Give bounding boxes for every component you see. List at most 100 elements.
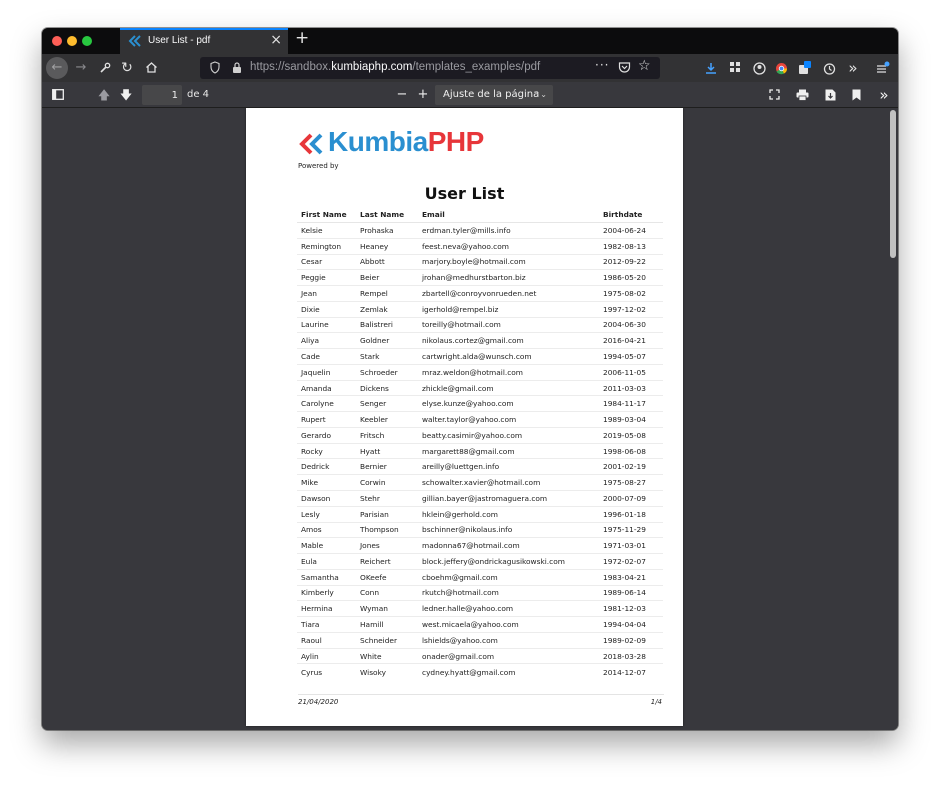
table-cell: White — [356, 647, 418, 664]
table-cell: 1994-04-04 — [599, 616, 663, 633]
table-cell: block.jeffery@ondrickagusikowski.com — [418, 553, 599, 570]
table-cell: elyse.kunze@yahoo.com — [418, 395, 599, 412]
table-cell: 1994-05-07 — [599, 348, 663, 365]
prev-page-icon[interactable]: 🡅 — [96, 85, 112, 105]
table-cell: Amanda — [297, 379, 356, 396]
table-row: Dixie Zemlak igerhold@rempel.biz 1997-12-02 — [297, 300, 663, 318]
star-icon[interactable]: ☆ — [638, 58, 651, 74]
url-bar[interactable]: https://sandbox.kumbiaphp.com/templates_… — [200, 57, 660, 79]
page-count: de 4 — [187, 89, 210, 100]
tab-user-list[interactable]: User List - pdf × — [120, 28, 288, 54]
bookmark-icon[interactable] — [848, 85, 864, 105]
table-cell: 1996-01-18 — [599, 505, 663, 523]
pdf-viewer[interactable]: KumbiaPHP Powered by User List First Nam… — [42, 108, 898, 730]
table-cell: ledner.halle@yahoo.com — [418, 600, 599, 617]
tab-close-icon[interactable]: × — [270, 32, 282, 48]
minimize-window-button[interactable] — [67, 36, 77, 46]
overflow-icon[interactable]: » — [844, 59, 862, 77]
table-cell: Carolyne — [297, 395, 356, 412]
logo-php: PHP — [427, 126, 485, 157]
table-cell: 1989-06-14 — [599, 584, 663, 601]
table-cell: Schroeder — [356, 363, 418, 381]
table-row: Jaquelin Schroeder mraz.weldon@hotmail.com… — [297, 363, 663, 381]
zoom-in-button[interactable]: + — [415, 85, 431, 105]
table-cell: 2016-04-21 — [599, 332, 663, 349]
table-cell: 1971-03-01 — [599, 537, 663, 554]
table-cell: Hamill — [356, 616, 418, 633]
menu-icon[interactable] — [874, 59, 892, 77]
table-row: Tiara Hamill west.micaela@yahoo.com 1994-04… — [297, 616, 663, 633]
back-icon[interactable]: ← — [46, 57, 68, 79]
table-cell: hklein@gerhold.com — [418, 505, 599, 523]
table-cell: 1975-08-02 — [599, 285, 663, 302]
table-row: Aliya Goldner nikolaus.cortez@gmail.com 201… — [297, 332, 663, 349]
next-page-icon[interactable]: 🡇 — [118, 85, 134, 105]
zoom-select[interactable]: Ajuste de la página ⌃⌄ — [435, 85, 553, 105]
zoom-window-button[interactable] — [82, 36, 92, 46]
shield-icon[interactable] — [210, 61, 220, 74]
table-cell: zhickle@gmail.com — [418, 379, 599, 396]
forward-icon[interactable]: → — [72, 58, 90, 78]
column-header: Birthdate — [599, 207, 663, 223]
reload-icon[interactable]: ↻ — [118, 58, 136, 78]
presentation-icon[interactable] — [766, 85, 782, 105]
table-cell: 1989-02-09 — [599, 631, 663, 649]
user-table: First Name Last Name Email Birthdate Kel… — [297, 207, 663, 680]
save-icon[interactable] — [822, 85, 838, 105]
pocket-icon[interactable] — [618, 61, 631, 74]
nav-bar: ← → ↻ https://sandbox.kumbiaphp.com/temp… — [42, 54, 898, 82]
table-cell: mraz.weldon@hotmail.com — [418, 363, 599, 381]
tab-bar: User List - pdf × + — [42, 28, 898, 54]
table-cell: toreilly@hotmail.com — [418, 316, 599, 333]
table-cell: zbartell@conroyvonrueden.net — [418, 285, 599, 302]
table-row: Jean Rempel zbartell@conroyvonrueden.net 19… — [297, 285, 663, 302]
table-cell: Rupert — [297, 411, 356, 428]
table-cell: Mable — [297, 537, 356, 554]
table-cell: Abbott — [356, 253, 418, 270]
table-cell: Beier — [356, 269, 418, 286]
table-cell: Eula — [297, 553, 356, 570]
home-icon[interactable] — [142, 58, 160, 78]
table-cell: 2000-07-09 — [599, 490, 663, 507]
extensions-icon[interactable] — [726, 59, 744, 77]
download-icon[interactable] — [702, 59, 720, 77]
table-cell: 1984-11-17 — [599, 395, 663, 412]
table-cell: 1983-04-21 — [599, 568, 663, 586]
table-cell: Cyrus — [297, 663, 356, 680]
table-row: Dedrick Bernier areilly@luettgen.info 2001-… — [297, 458, 663, 475]
account-icon[interactable] — [750, 59, 768, 77]
pdf-toolbar: 🡅 🡇 de 4 − + Ajuste de la página ⌃⌄ » — [42, 82, 898, 108]
url-text[interactable]: https://sandbox.kumbiaphp.com/templates_… — [250, 61, 540, 73]
table-cell: cboehm@gmail.com — [418, 568, 599, 586]
chrome-icon[interactable] — [772, 59, 790, 77]
table-cell: Heaney — [356, 237, 418, 255]
sidebar-toggle-icon[interactable] — [50, 85, 66, 105]
table-cell: Wisoky — [356, 663, 418, 680]
table-cell: 1997-12-02 — [599, 300, 663, 318]
table-cell: Peggie — [297, 269, 356, 286]
scrollbar-thumb[interactable] — [890, 110, 896, 258]
table-cell: Tiara — [297, 616, 356, 633]
table-row: Samantha OKeefe cboehm@gmail.com 1983-04-21 — [297, 568, 663, 586]
table-cell: feest.neva@yahoo.com — [418, 237, 599, 255]
print-icon[interactable] — [794, 85, 810, 105]
table-cell: 2019-05-08 — [599, 426, 663, 444]
close-window-button[interactable] — [52, 36, 62, 46]
zoom-label: Ajuste de la página — [443, 89, 540, 100]
page-actions-icon[interactable]: ··· — [595, 58, 609, 72]
zoom-out-button[interactable]: − — [394, 85, 410, 105]
wrench-icon[interactable] — [96, 58, 114, 78]
scrollbar[interactable] — [888, 108, 898, 730]
tools-icon[interactable]: » — [876, 85, 892, 105]
lock-icon[interactable] — [232, 61, 242, 74]
table-cell: Aliya — [297, 332, 356, 349]
table-cell: Raoul — [297, 631, 356, 649]
page-number-input[interactable] — [142, 85, 182, 105]
notification-icon[interactable] — [796, 59, 814, 77]
new-tab-button[interactable]: + — [295, 28, 309, 48]
footer-date: 21/04/2020 — [298, 698, 339, 706]
table-body: Kelsie Prohaska erdman.tyler@mills.info 200… — [297, 222, 663, 680]
timer-icon[interactable] — [820, 59, 838, 77]
table-cell: gillian.bayer@jastromaguera.com — [418, 490, 599, 507]
table-cell: margarett88@gmail.com — [418, 442, 599, 459]
